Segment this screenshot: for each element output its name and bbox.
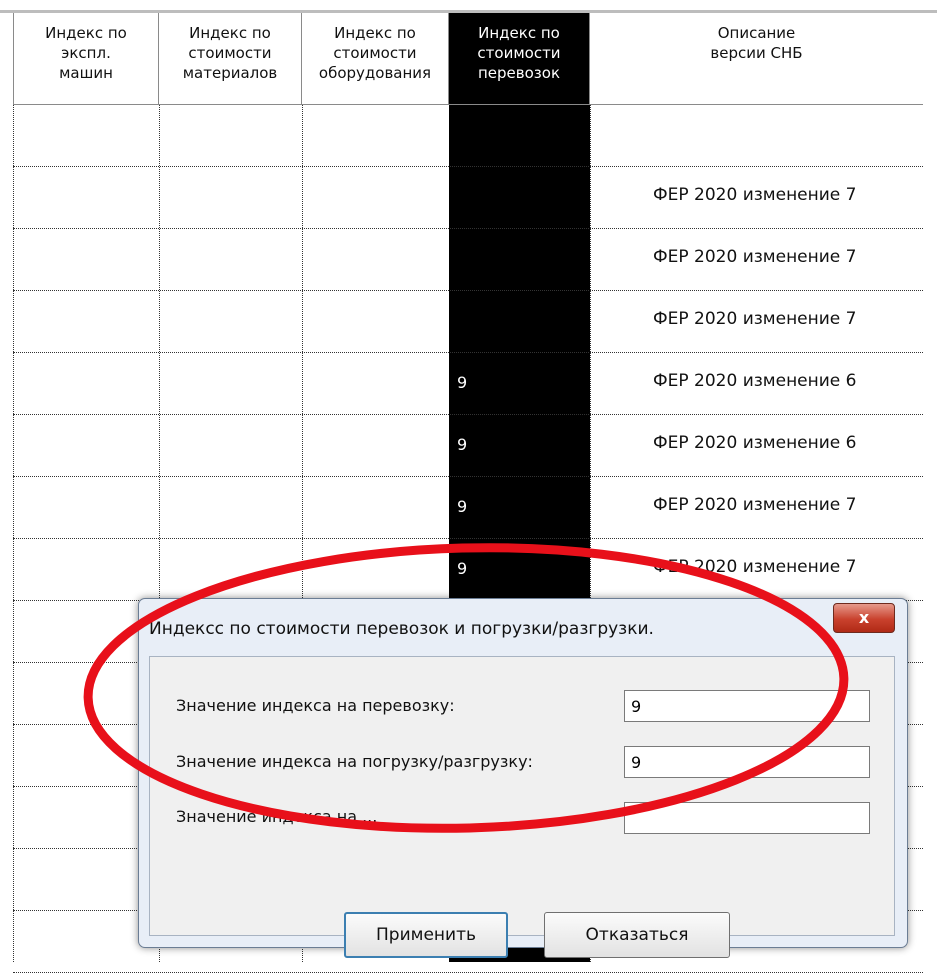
dialog-body: Значение индекса на перевозку: Значение … bbox=[149, 656, 895, 958]
transport-index-cell[interactable]: 9 bbox=[457, 373, 467, 392]
description-cell[interactable]: ФЕР 2020 изменение 6 bbox=[653, 433, 857, 453]
close-icon: x bbox=[858, 608, 870, 627]
cancel-button[interactable]: Отказаться bbox=[544, 912, 730, 958]
table-row[interactable]: ФЕР 2020 изменение 7 bbox=[13, 229, 923, 291]
apply-button[interactable]: Применить bbox=[344, 912, 508, 958]
description-cell[interactable]: ФЕР 2020 изменение 7 bbox=[653, 309, 857, 329]
table-row[interactable]: 9 ФЕР 2020 изменение 7 bbox=[13, 477, 923, 539]
index-dialog: Индексс по стоимости перевозок и погрузк… bbox=[138, 598, 908, 958]
close-button[interactable]: x bbox=[833, 603, 895, 633]
table-row[interactable] bbox=[13, 105, 923, 167]
transport-index-input[interactable] bbox=[624, 690, 870, 722]
column-header-materials[interactable]: Индекс по стоимости материалов bbox=[159, 13, 302, 105]
transport-index-cell[interactable]: 9 bbox=[457, 497, 467, 516]
dialog-title: Индексс по стоимости перевозок и погрузк… bbox=[149, 619, 654, 639]
transport-index-cell[interactable]: 9 bbox=[457, 435, 467, 454]
table-row[interactable]: 9 ФЕР 2020 изменение 6 bbox=[13, 415, 923, 477]
table-row[interactable]: 9 ФЕР 2020 изменение 7 bbox=[13, 539, 923, 601]
loading-index-label: Значение индекса на погрузку/разгрузку: bbox=[176, 752, 533, 771]
window-top-edge bbox=[0, 0, 937, 13]
column-header-machines[interactable]: Индекс по экспл. машин bbox=[13, 13, 159, 105]
table-row[interactable]: ФЕР 2020 изменение 7 bbox=[13, 291, 923, 353]
description-cell[interactable]: ФЕР 2020 изменение 7 bbox=[653, 495, 857, 515]
column-header-description[interactable]: Описание версии СНБ bbox=[590, 13, 923, 105]
description-cell[interactable]: ФЕР 2020 изменение 7 bbox=[653, 247, 857, 267]
column-header-equipment[interactable]: Индекс по стоимости оборудования bbox=[302, 13, 449, 105]
transport-index-label: Значение индекса на перевозку: bbox=[176, 696, 455, 715]
third-index-input[interactable] bbox=[624, 802, 870, 834]
description-cell[interactable]: ФЕР 2020 изменение 6 bbox=[653, 371, 857, 391]
description-cell[interactable]: ФЕР 2020 изменение 7 bbox=[653, 557, 857, 577]
table-row[interactable]: ФЕР 2020 изменение 7 bbox=[13, 167, 923, 229]
column-header-transport[interactable]: Индекс по стоимости перевозок bbox=[449, 13, 590, 105]
table-row[interactable]: 9 ФЕР 2020 изменение 6 bbox=[13, 353, 923, 415]
description-cell[interactable]: ФЕР 2020 изменение 7 bbox=[653, 185, 857, 205]
transport-index-cell[interactable]: 9 bbox=[457, 559, 467, 578]
third-index-label: Значение индекса на ... bbox=[176, 807, 378, 826]
loading-index-input[interactable] bbox=[624, 746, 870, 778]
